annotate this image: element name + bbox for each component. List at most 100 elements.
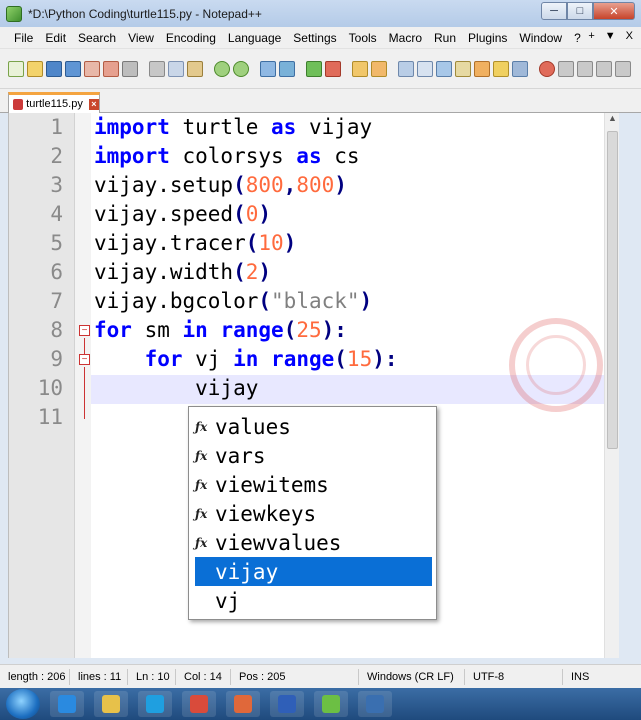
autocomplete-item[interactable]: ƒx viewkeys xyxy=(195,499,432,528)
status-eol[interactable]: Windows (CR LF) xyxy=(359,668,465,685)
autocomplete-popup: ƒx values ƒx vars ƒx viewitems ƒx viewkeys ƒx vie… xyxy=(188,406,437,620)
code-token: ) xyxy=(258,260,272,284)
code-token: ( xyxy=(233,173,246,197)
menu-language[interactable]: Language xyxy=(222,31,287,45)
tab-list-dropdown-icon[interactable]: ▼ xyxy=(605,30,616,42)
status-length: length : 206 xyxy=(0,668,70,685)
tab-turtle115[interactable]: turtle115.py × xyxy=(8,92,100,113)
paste-icon[interactable] xyxy=(187,60,203,77)
fold-toggle-line-9[interactable]: − xyxy=(79,354,90,365)
code-line[interactable]: vijay.bgcolor("black") xyxy=(94,289,372,313)
start-button-icon[interactable] xyxy=(6,689,40,719)
run-macro-multiple-icon[interactable] xyxy=(596,60,612,77)
doc-map-icon[interactable] xyxy=(474,60,490,77)
zoom-in-icon[interactable] xyxy=(306,60,322,77)
line-number: 9 xyxy=(50,347,63,371)
redo-icon[interactable] xyxy=(233,60,249,77)
new-tab-plus-icon[interactable]: + xyxy=(588,30,594,42)
zoom-out-icon[interactable] xyxy=(325,60,341,77)
autocomplete-item[interactable]: vijay xyxy=(195,557,432,586)
code-line[interactable]: vijay.speed(0) xyxy=(94,202,271,226)
title-bar: *D:\Python Coding\turtle115.py - Notepad… xyxy=(0,0,641,27)
explorer-icon[interactable] xyxy=(94,691,128,717)
cut-icon[interactable] xyxy=(149,60,165,77)
media-player-icon[interactable] xyxy=(138,691,172,717)
chrome-icon[interactable] xyxy=(182,691,216,717)
menu-run[interactable]: Run xyxy=(428,31,462,45)
close-file-icon[interactable] xyxy=(84,60,100,77)
tab-close-icon[interactable]: × xyxy=(88,98,99,110)
status-insert-mode[interactable]: INS xyxy=(563,669,597,685)
menu-help[interactable]: ? xyxy=(568,31,587,45)
menu-edit[interactable]: Edit xyxy=(39,31,72,45)
autocomplete-item[interactable]: ƒx values xyxy=(195,412,432,441)
code-line[interactable]: for vj in range(15): xyxy=(94,347,398,371)
menu-search[interactable]: Search xyxy=(72,31,122,45)
fold-line xyxy=(84,338,85,354)
function-list-icon[interactable] xyxy=(493,60,509,77)
close-all-icon[interactable] xyxy=(103,60,119,77)
code-line[interactable]: import colorsys as cs xyxy=(94,144,360,168)
code-line[interactable]: vijay xyxy=(94,376,258,400)
scroll-up-icon[interactable]: ▲ xyxy=(605,113,620,128)
menu-encoding[interactable]: Encoding xyxy=(160,31,222,45)
code-token: 10 xyxy=(258,231,284,255)
indent-guide-icon[interactable] xyxy=(436,60,452,77)
print-icon[interactable] xyxy=(122,60,138,77)
record-macro-icon[interactable] xyxy=(539,60,555,77)
copy-icon[interactable] xyxy=(168,60,184,77)
notepadpp-icon[interactable] xyxy=(314,691,348,717)
sync-h-scroll-icon[interactable] xyxy=(371,60,387,77)
word-icon[interactable] xyxy=(270,691,304,717)
save-icon[interactable] xyxy=(46,60,62,77)
open-file-icon[interactable] xyxy=(27,60,43,77)
code-line[interactable]: vijay.width(2) xyxy=(94,260,271,284)
play-macro-icon[interactable] xyxy=(577,60,593,77)
show-all-chars-icon[interactable] xyxy=(417,60,433,77)
menu-tools[interactable]: Tools xyxy=(343,31,383,45)
minimize-button[interactable]: ─ xyxy=(541,2,567,20)
udl-icon[interactable] xyxy=(455,60,471,77)
code-token: vijay.speed xyxy=(94,202,234,226)
undo-icon[interactable] xyxy=(214,60,230,77)
fold-margin[interactable] xyxy=(75,113,91,658)
windows-taskbar xyxy=(0,688,641,720)
code-token: turtle xyxy=(169,115,272,139)
function-icon: ƒx xyxy=(195,506,208,521)
vertical-scrollbar[interactable]: ▲ xyxy=(604,113,619,658)
code-token: ): xyxy=(321,318,347,342)
save-macro-icon[interactable] xyxy=(615,60,631,77)
folder-workspace-icon[interactable] xyxy=(512,60,528,77)
stop-macro-icon[interactable] xyxy=(558,60,574,77)
close-window-button[interactable]: ✕ xyxy=(593,2,635,20)
menu-plugins[interactable]: Plugins xyxy=(462,31,513,45)
powerpoint-icon[interactable] xyxy=(226,691,260,717)
autocomplete-item[interactable]: ƒx viewitems xyxy=(195,470,432,499)
autocomplete-item[interactable]: ƒx vars xyxy=(195,441,432,470)
word-wrap-icon[interactable] xyxy=(398,60,414,77)
save-all-icon[interactable] xyxy=(65,60,81,77)
code-line[interactable]: vijay.setup(800,800) xyxy=(94,173,347,197)
code-line[interactable]: for sm in range(25): xyxy=(94,318,347,342)
close-document-icon[interactable]: X xyxy=(626,30,633,42)
replace-icon[interactable] xyxy=(279,60,295,77)
maximize-button[interactable]: □ xyxy=(567,2,593,20)
fold-toggle-line-8[interactable]: − xyxy=(79,325,90,336)
menu-settings[interactable]: Settings xyxy=(287,31,342,45)
menu-window[interactable]: Window xyxy=(513,31,568,45)
code-line[interactable]: vijay.tracer(10) xyxy=(94,231,296,255)
menu-macro[interactable]: Macro xyxy=(383,31,428,45)
ie-icon[interactable] xyxy=(50,691,84,717)
sync-v-scroll-icon[interactable] xyxy=(352,60,368,77)
autocomplete-item[interactable]: ƒx viewvalues xyxy=(195,528,432,557)
find-icon[interactable] xyxy=(260,60,276,77)
status-bar: length : 206 lines : 11 Ln : 10 Col : 14… xyxy=(0,664,641,688)
autocomplete-item[interactable]: vj xyxy=(195,586,432,615)
code-line[interactable]: import turtle as vijay xyxy=(94,115,372,139)
menu-file[interactable]: File xyxy=(8,31,39,45)
scroll-thumb[interactable] xyxy=(607,131,618,449)
menu-view[interactable]: View xyxy=(122,31,160,45)
status-encoding[interactable]: UTF-8 xyxy=(465,668,563,685)
new-file-icon[interactable] xyxy=(8,60,24,77)
python-icon[interactable] xyxy=(358,691,392,717)
